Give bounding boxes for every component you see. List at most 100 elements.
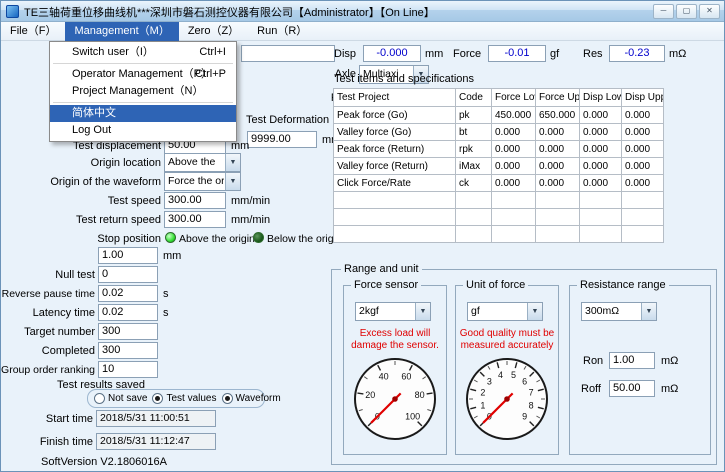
maximize-button-icon[interactable]: ▢ bbox=[676, 4, 697, 19]
chevron-down-icon[interactable]: ▼ bbox=[527, 303, 542, 320]
table-cell[interactable]: 0.000 bbox=[580, 158, 622, 175]
unit-of-force-select[interactable]: gf▼ bbox=[467, 302, 543, 321]
table-cell[interactable]: 0.000 bbox=[622, 141, 664, 158]
origin-waveform-select[interactable]: Force the origin▼ bbox=[164, 172, 241, 191]
offset-input[interactable]: 1.00 bbox=[98, 247, 158, 264]
table-row[interactable]: Click Force/Rateck0.0000.0000.0000.000 bbox=[334, 175, 664, 192]
table-cell[interactable]: 0.000 bbox=[536, 158, 580, 175]
completed-input[interactable]: 300 bbox=[98, 342, 158, 359]
table-cell[interactable]: 450.000 bbox=[492, 107, 536, 124]
table-row[interactable] bbox=[334, 226, 664, 243]
menu-run[interactable]: Run（R） bbox=[248, 22, 316, 41]
table-cell[interactable]: 0.000 bbox=[492, 175, 536, 192]
table-cell[interactable]: 0.000 bbox=[580, 175, 622, 192]
table-cell[interactable]: 650.000 bbox=[536, 107, 580, 124]
table-cell[interactable]: 0.000 bbox=[492, 158, 536, 175]
table-cell[interactable]: Peak force (Return) bbox=[334, 141, 456, 158]
table-cell[interactable]: 0.000 bbox=[492, 141, 536, 158]
table-cell[interactable]: 0.000 bbox=[492, 124, 536, 141]
table-cell[interactable] bbox=[580, 226, 622, 243]
chevron-down-icon[interactable]: ▼ bbox=[225, 154, 240, 171]
table-cell[interactable]: 0.000 bbox=[536, 175, 580, 192]
table-cell[interactable]: rpk bbox=[456, 141, 492, 158]
table-cell[interactable]: ck bbox=[456, 175, 492, 192]
force-sensor-select[interactable]: 2kgf▼ bbox=[355, 302, 431, 321]
menu-item-switch-user[interactable]: Switch user（I）Ctrl+I bbox=[50, 44, 236, 61]
test-deformation-input[interactable]: 9999.00 bbox=[247, 131, 317, 148]
group-order-input[interactable]: 10 bbox=[98, 361, 158, 378]
menu-item-simplified-chinese[interactable]: 简体中文 bbox=[50, 105, 236, 122]
table-cell[interactable]: 0.000 bbox=[622, 124, 664, 141]
svg-text:6: 6 bbox=[522, 376, 527, 386]
table-row[interactable] bbox=[334, 192, 664, 209]
table-cell[interactable]: Click Force/Rate bbox=[334, 175, 456, 192]
table-cell[interactable] bbox=[622, 226, 664, 243]
table-row[interactable] bbox=[334, 209, 664, 226]
menu-item-log-out[interactable]: Log Out bbox=[50, 122, 236, 139]
menu-item-project-management[interactable]: Project Management（N） bbox=[50, 83, 236, 100]
table-cell[interactable] bbox=[334, 226, 456, 243]
chevron-down-icon[interactable]: ▼ bbox=[415, 303, 430, 320]
table-cell[interactable] bbox=[536, 192, 580, 209]
table-cell[interactable] bbox=[456, 192, 492, 209]
table-cell[interactable] bbox=[492, 192, 536, 209]
table-cell[interactable] bbox=[456, 226, 492, 243]
menu-item-operator-management[interactable]: Operator Management（P）Ctrl+P bbox=[50, 66, 236, 83]
test-speed-input[interactable]: 300.00 bbox=[164, 192, 226, 209]
table-cell[interactable] bbox=[536, 209, 580, 226]
table-cell[interactable] bbox=[492, 209, 536, 226]
radio-icon[interactable] bbox=[222, 393, 233, 404]
radio-test-values[interactable]: Test values bbox=[152, 393, 216, 404]
table-cell[interactable]: 0.000 bbox=[580, 124, 622, 141]
table-cell[interactable]: 0.000 bbox=[536, 124, 580, 141]
table-cell[interactable] bbox=[580, 209, 622, 226]
table-cell[interactable] bbox=[334, 209, 456, 226]
hidden-top-field[interactable] bbox=[241, 45, 335, 62]
title-bar[interactable]: TE三轴荷重位移曲线机***深圳市磐石测控仪器有限公司【Administrato… bbox=[1, 1, 724, 22]
table-cell[interactable]: 0.000 bbox=[622, 107, 664, 124]
table-cell[interactable]: iMax bbox=[456, 158, 492, 175]
roff-input[interactable]: 50.00 bbox=[609, 380, 655, 397]
origin-location-select[interactable]: Above the▼ bbox=[164, 153, 241, 172]
close-button-icon[interactable]: ✕ bbox=[699, 4, 720, 19]
table-cell[interactable] bbox=[622, 209, 664, 226]
table-cell[interactable] bbox=[492, 226, 536, 243]
table-cell[interactable]: 0.000 bbox=[580, 141, 622, 158]
test-return-speed-input[interactable]: 300.00 bbox=[164, 211, 226, 228]
radio-icon[interactable] bbox=[152, 393, 163, 404]
table-cell[interactable] bbox=[580, 192, 622, 209]
chevron-down-icon[interactable]: ▼ bbox=[225, 173, 240, 190]
table-row[interactable]: Valley force (Go)bt0.0000.0000.0000.000 bbox=[334, 124, 664, 141]
menu-file[interactable]: File（F） bbox=[1, 22, 65, 41]
resistance-range-select[interactable]: 300mΩ▼ bbox=[581, 302, 657, 321]
table-cell[interactable] bbox=[334, 192, 456, 209]
radio-waveform[interactable]: Waveform bbox=[222, 393, 281, 404]
ron-input[interactable]: 1.00 bbox=[609, 352, 655, 369]
latency-input[interactable]: 0.02 bbox=[98, 304, 158, 321]
menu-zero[interactable]: Zero（Z） bbox=[179, 22, 248, 41]
null-test-input[interactable]: 0 bbox=[98, 266, 158, 283]
reverse-pause-input[interactable]: 0.02 bbox=[98, 285, 158, 302]
spec-table[interactable]: Test ProjectCodeForce LowForce UppDisp L… bbox=[333, 88, 664, 243]
table-cell[interactable]: 0.000 bbox=[622, 175, 664, 192]
radio-icon[interactable] bbox=[94, 393, 105, 404]
table-cell[interactable] bbox=[536, 226, 580, 243]
table-cell[interactable]: 0.000 bbox=[622, 158, 664, 175]
table-cell[interactable]: pk bbox=[456, 107, 492, 124]
table-cell[interactable]: 0.000 bbox=[580, 107, 622, 124]
table-cell[interactable] bbox=[456, 209, 492, 226]
table-cell[interactable]: bt bbox=[456, 124, 492, 141]
table-cell[interactable]: Peak force (Go) bbox=[334, 107, 456, 124]
table-row[interactable]: Peak force (Return)rpk0.0000.0000.0000.0… bbox=[334, 141, 664, 158]
table-cell[interactable]: 0.000 bbox=[536, 141, 580, 158]
table-row[interactable]: Peak force (Go)pk450.000650.0000.0000.00… bbox=[334, 107, 664, 124]
table-cell[interactable]: Valley force (Go) bbox=[334, 124, 456, 141]
menu-management[interactable]: Management（M） bbox=[65, 22, 178, 41]
target-number-input[interactable]: 300 bbox=[98, 323, 158, 340]
table-cell[interactable] bbox=[622, 192, 664, 209]
table-row[interactable]: Valley force (Return)iMax0.0000.0000.000… bbox=[334, 158, 664, 175]
minimize-button-icon[interactable]: ─ bbox=[653, 4, 674, 19]
chevron-down-icon[interactable]: ▼ bbox=[641, 303, 656, 320]
table-cell[interactable]: Valley force (Return) bbox=[334, 158, 456, 175]
radio-not-save[interactable]: Not save bbox=[94, 393, 147, 404]
